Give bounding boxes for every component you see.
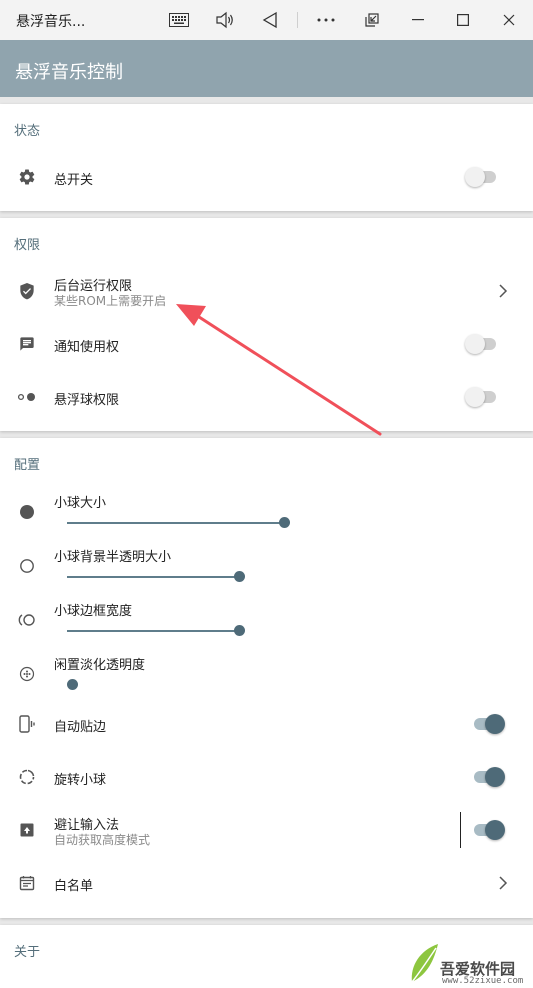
watermark-logo: 吾爱软件园 www.52zixue.com — [404, 938, 533, 988]
leaf-logo-icon — [411, 944, 438, 983]
annotation-arrow-icon — [176, 304, 382, 436]
watermark-url: www.52zixue.com — [442, 976, 524, 986]
